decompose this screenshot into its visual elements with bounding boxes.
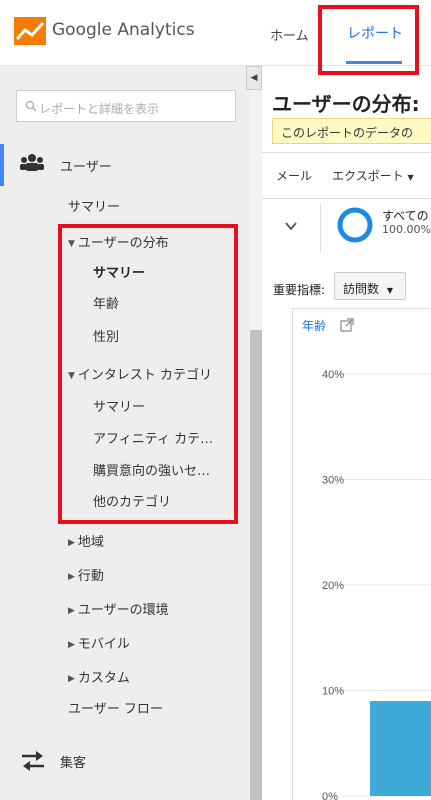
key-metric-value: 訪問数 <box>343 282 380 296</box>
segment-divider <box>320 203 321 253</box>
sidebar-item-users-flow[interactable]: ユーザー フロー <box>68 698 163 717</box>
search-placeholder: レポートと詳細を表示 <box>39 102 160 116</box>
sidebar-item-label: ユーザーの環境 <box>77 603 169 618</box>
age-bar-chart: 40% 30% 20% 10% 0% <box>322 369 431 800</box>
brand-name: Google Analytics <box>52 20 195 40</box>
segment-percent: 100.00% <box>382 223 431 236</box>
chart-tab-age[interactable]: 年齢 <box>302 317 326 334</box>
y-tick-label: 0% <box>322 791 338 800</box>
toolbar-divider <box>262 152 431 153</box>
caret-right-icon: ▶ <box>68 674 75 684</box>
data-notice-banner: このレポートのデータの <box>272 118 431 144</box>
demographics-highlight <box>58 224 238 524</box>
sidebar-item-users-summary[interactable]: サマリー <box>68 196 120 215</box>
sidebar-item-label: 行動 <box>77 569 104 584</box>
segment-name[interactable]: すべての <box>382 207 429 224</box>
caret-down-icon: ▼ <box>407 173 414 182</box>
y-tick-label: 30% <box>322 475 344 487</box>
key-metric-label: 重要指標: <box>273 283 326 297</box>
caret-right-icon: ▶ <box>68 640 75 650</box>
sidebar-item-geo[interactable]: ▶ 地域 <box>68 531 104 550</box>
chevron-left-icon: ◀ <box>250 73 258 83</box>
email-button[interactable]: メール <box>276 167 312 184</box>
y-tick-label: 10% <box>322 686 344 698</box>
caret-right-icon: ▶ <box>68 606 75 616</box>
sidebar-item-label: カスタム <box>77 671 130 686</box>
sidebar-item-label: モバイル <box>77 637 130 652</box>
sidebar-item-label: 地域 <box>77 535 104 550</box>
nav-home-tab[interactable]: ホーム <box>270 25 309 44</box>
caret-down-icon: ▼ <box>386 286 393 295</box>
export-button[interactable]: エクスポート ▼ <box>332 167 414 184</box>
sidebar-item-custom[interactable]: ▶ カスタム <box>68 667 130 686</box>
segment-ring-icon <box>337 207 373 243</box>
sidebar-item-technology[interactable]: ▶ ユーザーの環境 <box>68 599 169 618</box>
users-icon <box>20 154 44 171</box>
brand-product: Analytics <box>117 20 195 40</box>
sidebar-item-behavior[interactable]: ▶ 行動 <box>68 565 104 584</box>
external-link-icon[interactable] <box>340 318 354 332</box>
caret-right-icon: ▶ <box>68 538 75 548</box>
toolbar-divider <box>262 198 431 199</box>
brand-google: Google <box>52 20 112 40</box>
y-tick-label: 40% <box>322 369 344 381</box>
report-search-input[interactable]: レポートと詳細を表示 <box>16 90 236 122</box>
page-title: ユーザーの分布: <box>272 92 420 116</box>
chevron-down-icon[interactable] <box>283 218 299 234</box>
collapse-sidebar-button[interactable]: ◀ <box>246 66 262 90</box>
sidebar-item-mobile[interactable]: ▶ モバイル <box>68 633 130 652</box>
report-tab-highlight <box>318 5 419 75</box>
analytics-logo-icon <box>14 17 46 45</box>
y-tick-label: 20% <box>322 580 344 592</box>
acquisition-icon <box>22 751 44 771</box>
caret-right-icon: ▶ <box>68 572 75 582</box>
sidebar-section-acquisition[interactable]: 集客 <box>60 752 86 771</box>
export-label: エクスポート <box>332 169 404 183</box>
key-metric-select[interactable]: 訪問数 ▼ <box>334 272 406 300</box>
search-icon <box>25 100 37 112</box>
sidebar-section-users[interactable]: ユーザー <box>60 156 112 175</box>
chart-bar[interactable] <box>370 701 431 796</box>
sidebar-scrollbar-thumb[interactable] <box>250 330 262 800</box>
active-section-indicator <box>0 144 4 186</box>
